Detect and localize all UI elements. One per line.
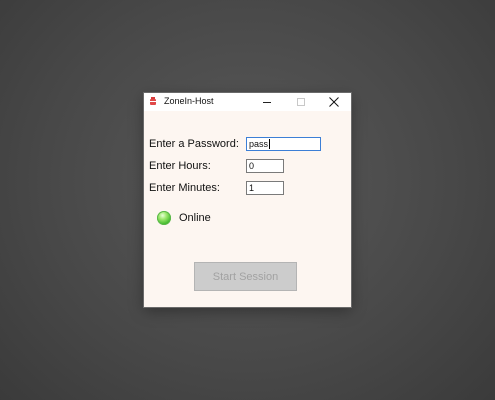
maximize-button[interactable] xyxy=(284,93,318,111)
minimize-button[interactable] xyxy=(250,93,284,111)
app-icon xyxy=(150,97,156,106)
text-caret xyxy=(269,139,270,149)
minutes-label: Enter Minutes: xyxy=(149,182,220,194)
minimize-icon xyxy=(263,102,271,103)
close-button[interactable] xyxy=(317,93,351,111)
hours-label: Enter Hours: xyxy=(149,160,211,172)
window-title: ZoneIn-Host xyxy=(164,96,214,106)
start-session-button[interactable]: Start Session xyxy=(194,262,297,291)
app-window: ZoneIn-Host Enter a Password: Enter Hour… xyxy=(144,93,351,307)
close-icon xyxy=(329,97,339,107)
status-online-icon xyxy=(157,211,171,225)
minutes-input[interactable] xyxy=(246,181,284,195)
password-label: Enter a Password: xyxy=(149,138,239,150)
title-bar[interactable]: ZoneIn-Host xyxy=(144,93,351,111)
password-input[interactable] xyxy=(246,137,321,151)
hours-input[interactable] xyxy=(246,159,284,173)
status-text: Online xyxy=(179,212,211,224)
maximize-icon xyxy=(297,98,305,106)
